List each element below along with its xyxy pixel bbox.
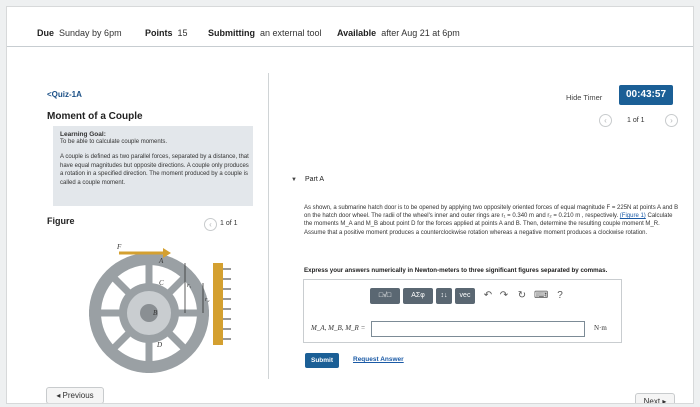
answer-box: □√□ AΣφ ↕↓ vec ↶ ↷ ↻ ⌨ ? M_A, M_B, M_R =… [303, 279, 622, 343]
submitting-info: Submitting an external tool [208, 28, 322, 38]
learning-goal-heading: Learning Goal: [60, 131, 106, 138]
label-r2: r₂ [205, 297, 209, 303]
timer-display: 00:43:57 [619, 85, 673, 105]
label-c: C [159, 279, 164, 287]
figure-pager: ‹ 1 of 1 [204, 218, 264, 231]
learning-goal-text: To be able to calculate couple moments. [60, 139, 168, 145]
quiz-back-label: Quiz-1A [51, 90, 82, 99]
vec-button[interactable]: vec [455, 288, 475, 304]
part-a-heading[interactable]: Part A [305, 176, 324, 183]
available-info: Available after Aug 21 at 6pm [337, 28, 460, 38]
help-icon[interactable]: ? [554, 288, 566, 304]
next-item-icon[interactable]: › [665, 114, 678, 127]
next-button[interactable]: Next ▸ [635, 393, 675, 403]
label-r1: r₁ [187, 283, 191, 289]
arrows-button[interactable]: ↕↓ [436, 288, 452, 304]
previous-button[interactable]: ◂ Previous [46, 387, 104, 403]
learning-goal-box: Learning Goal: To be able to calculate c… [53, 126, 253, 206]
figure-pager-text: 1 of 1 [220, 220, 238, 227]
due-value: Sunday by 6pm [59, 28, 122, 38]
points-value: 15 [177, 28, 188, 38]
available-label: Available [337, 28, 377, 38]
redo-icon[interactable]: ↷ [498, 288, 510, 304]
reset-icon[interactable]: ↻ [516, 288, 528, 304]
answer-unit: N·m [594, 324, 607, 332]
keyboard-icon[interactable]: ⌨ [534, 288, 548, 304]
templates-button[interactable]: □√□ [370, 288, 400, 304]
undo-icon[interactable]: ↶ [482, 288, 494, 304]
assignment-info-bar: Due Sunday by 6pm Points 15 Submitting a… [7, 7, 693, 47]
learning-goal-description: A couple is defined as two parallel forc… [60, 154, 249, 186]
figure-link[interactable]: (Figure 1) [620, 213, 646, 219]
submit-button[interactable]: Submit [305, 353, 339, 368]
problem-statement: As shown, a submarine hatch door is to b… [304, 204, 679, 237]
symbols-button[interactable]: AΣφ [403, 288, 433, 304]
answer-instruction: Express your answers numerically in Newt… [304, 267, 608, 274]
hatch-bar-teeth [223, 268, 231, 340]
item-pager: ‹ 1 of 1 › [599, 114, 689, 128]
label-f: F [116, 243, 122, 251]
points-info: Points 15 [145, 28, 188, 38]
submitting-label: Submitting [208, 28, 255, 38]
quiz-back-link[interactable]: <Quiz-1A [47, 90, 82, 99]
label-b: B [153, 309, 158, 317]
caret-down-icon[interactable]: ▼ [291, 177, 297, 183]
answer-input[interactable] [371, 321, 585, 337]
item-pager-text: 1 of 1 [627, 117, 645, 124]
label-a: A [158, 257, 164, 265]
hatch-bar [213, 263, 223, 345]
figure-heading: Figure [47, 216, 75, 226]
available-value: after Aug 21 at 6pm [381, 28, 460, 38]
panel-divider [268, 73, 269, 379]
answer-equation-label: M_A, M_B, M_R = [311, 324, 366, 332]
previous-item-icon[interactable]: ‹ [599, 114, 612, 127]
hatch-wheel-figure[interactable]: F A C B D r₁ r₂ [79, 235, 259, 377]
label-d: D [156, 341, 162, 349]
figure-previous-icon[interactable]: ‹ [204, 218, 217, 231]
page-title: Moment of a Couple [47, 111, 143, 122]
hide-timer-link[interactable]: Hide Timer [566, 93, 602, 102]
due-label: Due [37, 28, 55, 38]
due-info: Due Sunday by 6pm [37, 28, 122, 38]
request-answer-link[interactable]: Request Answer [353, 356, 404, 363]
submitting-value: an external tool [260, 28, 322, 38]
quiz-page: Due Sunday by 6pm Points 15 Submitting a… [6, 6, 694, 404]
points-label: Points [145, 28, 173, 38]
